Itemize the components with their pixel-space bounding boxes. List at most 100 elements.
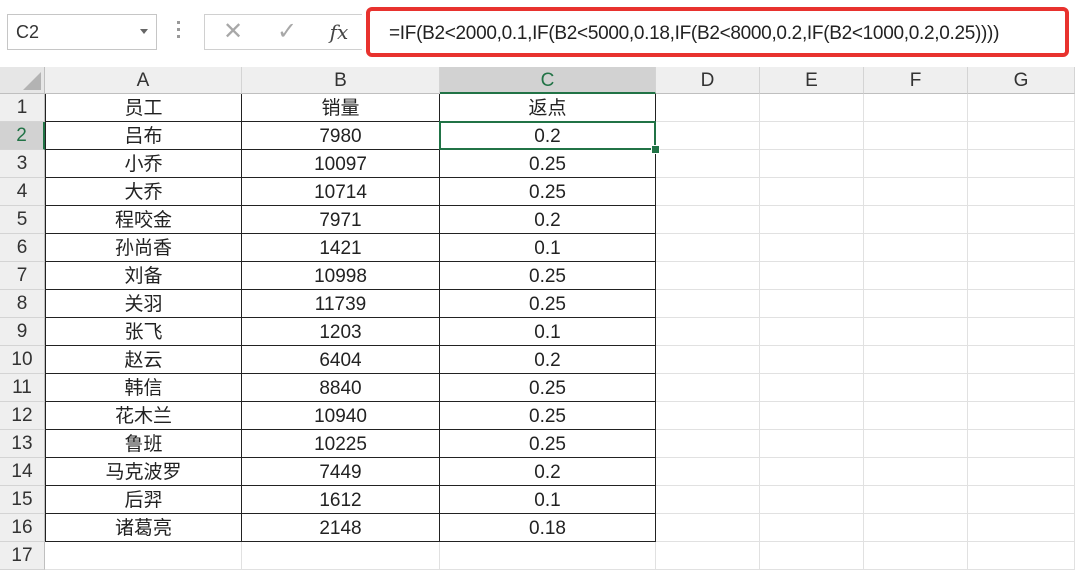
empty-cell[interactable]: [242, 542, 440, 570]
empty-cell[interactable]: [656, 94, 760, 122]
empty-cell[interactable]: [760, 290, 864, 318]
data-cell[interactable]: 10225: [242, 430, 440, 458]
empty-cell[interactable]: [864, 458, 968, 486]
data-cell[interactable]: 0.25: [440, 262, 656, 290]
empty-cell[interactable]: [656, 234, 760, 262]
empty-cell[interactable]: [760, 262, 864, 290]
empty-cell[interactable]: [968, 262, 1075, 290]
empty-cell[interactable]: [760, 234, 864, 262]
empty-cell[interactable]: [656, 486, 760, 514]
empty-cell[interactable]: [968, 206, 1075, 234]
data-cell[interactable]: 6404: [242, 346, 440, 374]
empty-cell[interactable]: [968, 542, 1075, 570]
empty-cell[interactable]: [968, 514, 1075, 542]
empty-cell[interactable]: [656, 318, 760, 346]
empty-cell[interactable]: [760, 542, 864, 570]
data-cell[interactable]: 1612: [242, 486, 440, 514]
empty-cell[interactable]: [656, 374, 760, 402]
data-cell[interactable]: 0.2: [440, 206, 656, 234]
data-cell[interactable]: 10714: [242, 178, 440, 206]
header-cell[interactable]: 销量: [242, 94, 440, 122]
empty-cell[interactable]: [968, 430, 1075, 458]
data-cell[interactable]: 10998: [242, 262, 440, 290]
empty-cell[interactable]: [760, 346, 864, 374]
column-header-b[interactable]: B: [242, 67, 440, 94]
data-cell[interactable]: 11739: [242, 290, 440, 318]
row-header-11[interactable]: 11: [0, 374, 45, 402]
cancel-icon[interactable]: ✕: [213, 15, 253, 49]
empty-cell[interactable]: [968, 346, 1075, 374]
row-header-9[interactable]: 9: [0, 318, 45, 346]
chevron-down-icon[interactable]: [140, 29, 148, 34]
empty-cell[interactable]: [760, 458, 864, 486]
empty-cell[interactable]: [864, 346, 968, 374]
data-cell[interactable]: 10097: [242, 150, 440, 178]
row-header-1[interactable]: 1: [0, 94, 45, 122]
data-cell[interactable]: 花木兰: [45, 402, 242, 430]
empty-cell[interactable]: [968, 458, 1075, 486]
column-header-f[interactable]: F: [864, 67, 968, 94]
empty-cell[interactable]: [760, 430, 864, 458]
empty-cell[interactable]: [968, 486, 1075, 514]
data-cell[interactable]: 鲁班: [45, 430, 242, 458]
data-cell[interactable]: 后羿: [45, 486, 242, 514]
row-header-16[interactable]: 16: [0, 514, 45, 542]
data-cell[interactable]: 0.25: [440, 430, 656, 458]
empty-cell[interactable]: [864, 262, 968, 290]
empty-cell[interactable]: [656, 458, 760, 486]
data-cell[interactable]: 7971: [242, 206, 440, 234]
row-header-14[interactable]: 14: [0, 458, 45, 486]
header-cell[interactable]: 返点: [440, 94, 656, 122]
data-cell[interactable]: 张飞: [45, 318, 242, 346]
empty-cell[interactable]: [656, 402, 760, 430]
data-cell[interactable]: 孙尚香: [45, 234, 242, 262]
more-options-icon[interactable]: [176, 21, 182, 43]
data-cell[interactable]: 0.25: [440, 402, 656, 430]
column-header-c[interactable]: C: [440, 67, 656, 94]
empty-cell[interactable]: [864, 430, 968, 458]
empty-cell[interactable]: [864, 542, 968, 570]
data-cell[interactable]: 大乔: [45, 178, 242, 206]
row-header-10[interactable]: 10: [0, 346, 45, 374]
data-cell[interactable]: 马克波罗: [45, 458, 242, 486]
data-cell[interactable]: 诸葛亮: [45, 514, 242, 542]
data-cell[interactable]: 0.25: [440, 374, 656, 402]
insert-function-button[interactable]: fx: [319, 15, 359, 49]
empty-cell[interactable]: [760, 486, 864, 514]
formula-input[interactable]: =IF(B2<2000,0.1,IF(B2<5000,0.18,IF(B2<80…: [366, 7, 1069, 57]
data-cell[interactable]: 0.18: [440, 514, 656, 542]
empty-cell[interactable]: [864, 150, 968, 178]
empty-cell[interactable]: [864, 206, 968, 234]
empty-cell[interactable]: [656, 346, 760, 374]
empty-cell[interactable]: [864, 486, 968, 514]
empty-cell[interactable]: [45, 542, 242, 570]
empty-cell[interactable]: [968, 402, 1075, 430]
data-cell[interactable]: 10940: [242, 402, 440, 430]
empty-cell[interactable]: [656, 178, 760, 206]
empty-cell[interactable]: [864, 290, 968, 318]
empty-cell[interactable]: [760, 374, 864, 402]
name-box[interactable]: C2: [7, 14, 157, 50]
empty-cell[interactable]: [656, 122, 760, 150]
data-cell[interactable]: 小乔: [45, 150, 242, 178]
empty-cell[interactable]: [968, 150, 1075, 178]
row-header-6[interactable]: 6: [0, 234, 45, 262]
empty-cell[interactable]: [968, 94, 1075, 122]
data-cell[interactable]: 0.25: [440, 178, 656, 206]
confirm-icon[interactable]: ✓: [267, 15, 307, 49]
data-cell[interactable]: 关羽: [45, 290, 242, 318]
data-cell[interactable]: 7980: [242, 122, 440, 150]
empty-cell[interactable]: [864, 318, 968, 346]
empty-cell[interactable]: [864, 374, 968, 402]
data-cell[interactable]: 2148: [242, 514, 440, 542]
data-cell[interactable]: 韩信: [45, 374, 242, 402]
row-header-12[interactable]: 12: [0, 402, 45, 430]
empty-cell[interactable]: [656, 542, 760, 570]
data-cell[interactable]: 0.25: [440, 290, 656, 318]
empty-cell[interactable]: [968, 122, 1075, 150]
empty-cell[interactable]: [440, 542, 656, 570]
fill-handle[interactable]: [651, 145, 660, 154]
empty-cell[interactable]: [760, 178, 864, 206]
empty-cell[interactable]: [968, 290, 1075, 318]
row-header-8[interactable]: 8: [0, 290, 45, 318]
